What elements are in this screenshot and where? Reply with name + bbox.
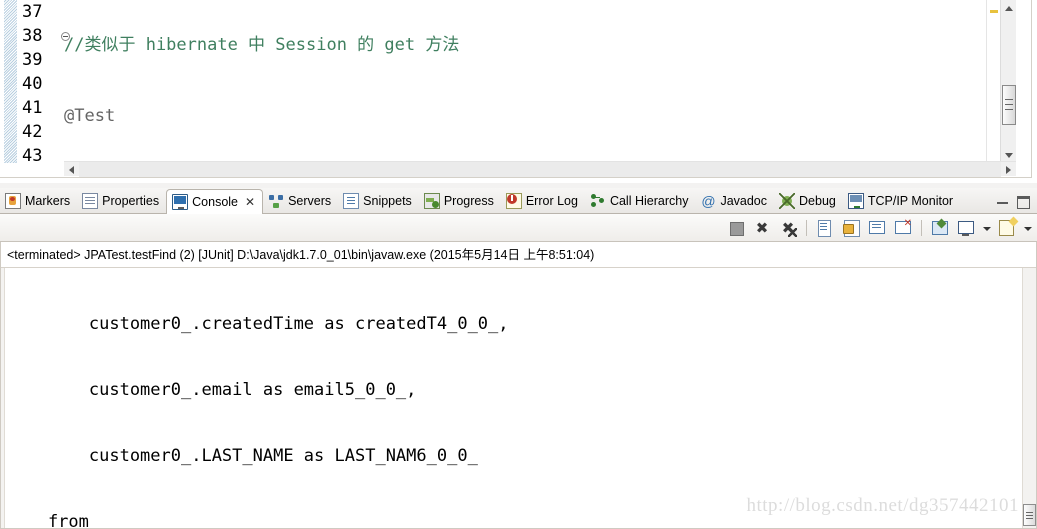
tab-debug[interactable]: Debug	[774, 188, 843, 214]
toolbar-separator	[921, 220, 922, 236]
console-line: from	[7, 512, 89, 528]
hscroll-trough[interactable]	[79, 162, 1001, 177]
tab-label: Error Log	[525, 193, 578, 208]
error-log-icon	[505, 193, 522, 209]
snippets-icon	[343, 193, 360, 209]
editor-folding-margin[interactable]	[4, 0, 18, 163]
call-hierarchy-icon	[590, 193, 606, 209]
editor-horizontal-scrollbar[interactable]	[64, 161, 1016, 177]
scroll-lock-button[interactable]	[840, 217, 862, 239]
progress-icon	[423, 193, 440, 209]
editor-vertical-scrollbar[interactable]	[1000, 0, 1016, 163]
editor-line-number-ruler: 37 38 39 40 41 42 43	[18, 0, 70, 163]
tab-label: Markers	[25, 193, 71, 208]
tab-label: Javadoc	[720, 193, 768, 208]
eclipse-ide-window: 37 38 39 40 41 42 43 //类似于 hibernate 中 S…	[0, 0, 1037, 529]
toolbar-separator	[806, 220, 807, 236]
console-icon	[172, 194, 189, 210]
console-scrollbar-thumb[interactable]	[1023, 504, 1036, 526]
console-line: customer0_.LAST_NAME as LAST_NAM6_0_0_	[7, 446, 478, 466]
annotation-token: @Test	[64, 106, 116, 126]
clear-console-button[interactable]	[814, 217, 836, 239]
line-number: 38	[18, 24, 70, 48]
tab-label: TCP/IP Monitor	[867, 193, 954, 208]
console-toolbar: ✖ ✖	[0, 214, 1037, 242]
tab-label: Servers	[288, 193, 332, 208]
tab-progress[interactable]: Progress	[419, 188, 501, 214]
remove-launch-button[interactable]: ✖	[751, 217, 773, 239]
tab-label: Properties	[102, 193, 160, 208]
code-line-37[interactable]: //类似于 hibernate 中 Session 的 get 方法	[64, 35, 1016, 64]
close-console-button[interactable]	[892, 217, 914, 239]
line-number: 39	[22, 50, 43, 70]
editor-scrollbar-thumb[interactable]	[1002, 85, 1016, 125]
scroll-right-arrow[interactable]	[1001, 162, 1016, 177]
line-number: 43	[22, 146, 43, 163]
javadoc-icon: @	[701, 193, 716, 209]
minimize-view-button[interactable]	[995, 194, 1011, 208]
editor-overview-ruler[interactable]	[986, 0, 1000, 163]
console-text[interactable]: customer0_.createdTime as createdT4_0_0_…	[7, 269, 1022, 528]
line-number: 40	[22, 74, 43, 94]
scroll-up-arrow[interactable]	[1001, 0, 1016, 16]
tab-console[interactable]: Console ✕	[166, 189, 264, 215]
console-vertical-scrollbar[interactable]	[1022, 268, 1036, 528]
view-tab-bar: Markers Properties Console ✕ Servers Sni…	[0, 188, 1037, 215]
tab-servers[interactable]: Servers	[263, 188, 338, 214]
tcpip-monitor-icon	[847, 193, 864, 209]
scroll-left-arrow[interactable]	[64, 162, 79, 177]
chevron-down-icon[interactable]	[981, 217, 992, 239]
line-number: 37	[22, 2, 43, 22]
tab-tcpip-monitor[interactable]: TCP/IP Monitor	[843, 188, 960, 214]
maximize-view-button[interactable]	[1015, 194, 1031, 209]
remove-all-terminated-button[interactable]: ✖	[777, 217, 799, 239]
launch-status-line: <terminated> JPATest.testFind (2) [JUnit…	[7, 248, 595, 262]
tab-snippets[interactable]: Snippets	[338, 188, 419, 214]
tab-markers[interactable]: Markers	[0, 188, 77, 214]
console-view: Markers Properties Console ✕ Servers Sni…	[0, 188, 1037, 529]
line-number: 42	[22, 122, 43, 142]
editor-frame: 37 38 39 40 41 42 43 //类似于 hibernate 中 S…	[0, 0, 1032, 178]
editor-code-text[interactable]: //类似于 hibernate 中 Session 的 get 方法 @Test…	[64, 0, 1016, 163]
tab-properties[interactable]: Properties	[77, 188, 166, 214]
comment-text: //类似于 hibernate 中 Session 的 get 方法	[64, 35, 460, 55]
chevron-down-icon[interactable]	[1022, 217, 1033, 239]
code-line-38[interactable]: @Test	[64, 104, 1016, 128]
pin-console-button[interactable]	[866, 217, 888, 239]
tab-call-hierarchy[interactable]: Call Hierarchy	[585, 188, 696, 214]
editor-content-area[interactable]: 37 38 39 40 41 42 43 //类似于 hibernate 中 S…	[0, 0, 1016, 163]
close-icon[interactable]: ✕	[245, 190, 255, 215]
console-line: customer0_.email as email5_0_0_,	[7, 380, 417, 400]
tab-label: Debug	[799, 193, 836, 208]
ruler-mark-warning	[990, 10, 998, 13]
console-output-panel[interactable]: <terminated> JPATest.testFind (2) [JUnit…	[0, 242, 1037, 529]
display-selected-console-button[interactable]	[955, 217, 977, 239]
java-editor[interactable]: 37 38 39 40 41 42 43 //类似于 hibernate 中 S…	[0, 0, 1037, 183]
divider	[1, 267, 1036, 268]
tab-label: Snippets	[363, 193, 412, 208]
servers-icon	[268, 193, 284, 209]
tab-label: Progress	[443, 193, 494, 208]
tab-error-log[interactable]: Error Log	[501, 188, 585, 214]
properties-icon	[82, 193, 99, 209]
new-console-view-button[interactable]	[996, 217, 1018, 239]
console-gutter	[1, 268, 5, 528]
debug-icon	[779, 193, 796, 209]
tab-javadoc[interactable]: @ Javadoc	[695, 188, 774, 214]
open-console-button[interactable]	[929, 217, 951, 239]
console-toolbar-buttons: ✖ ✖	[725, 217, 1033, 239]
tab-label: Call Hierarchy	[609, 193, 689, 208]
markers-icon	[5, 193, 21, 209]
line-number: 41	[22, 98, 43, 118]
console-line: customer0_.createdTime as createdT4_0_0_…	[7, 314, 509, 334]
tab-label: Console	[192, 194, 239, 209]
terminate-button[interactable]	[725, 217, 747, 239]
